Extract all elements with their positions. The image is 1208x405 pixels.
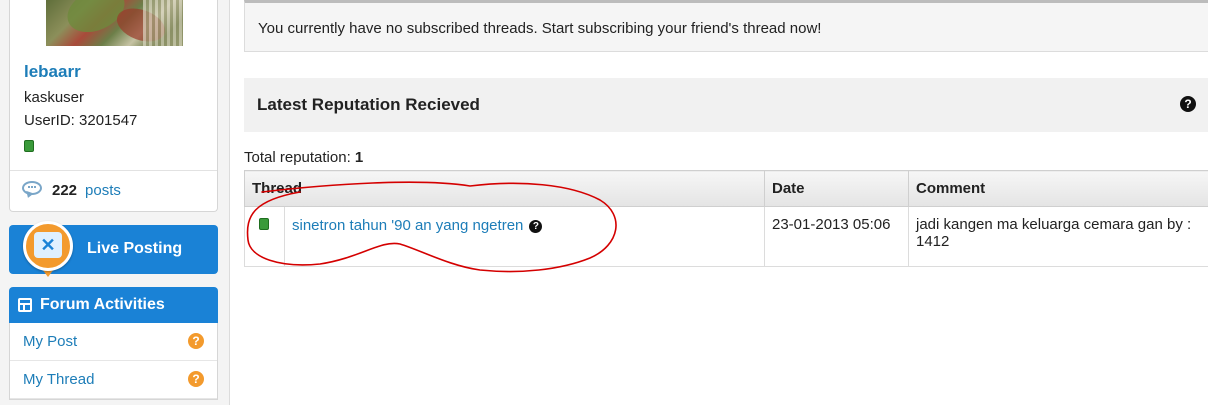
help-icon[interactable]: ? — [529, 220, 543, 233]
reputation-status-icon — [259, 218, 269, 230]
username-link[interactable]: lebaarr — [24, 62, 81, 82]
notice-text: You currently have no subscribed threads… — [258, 20, 822, 37]
divider — [10, 170, 217, 171]
list-icon — [18, 298, 32, 312]
thread-link[interactable]: sinetron tahun '90 an yang ngetren — [292, 217, 523, 234]
forum-activities-list: My Post ? My Thread ? — [9, 323, 218, 400]
comment-cell: jadi kangen ma keluarga cemara gan by : … — [908, 206, 1208, 267]
live-posting-button[interactable]: ✕ Live Posting — [9, 221, 218, 277]
posts-count: 222 — [52, 181, 78, 199]
posts-link[interactable]: posts — [85, 182, 121, 199]
subscribed-threads-notice: You currently have no subscribed threads… — [244, 0, 1208, 52]
total-reputation: Total reputation: 1 — [244, 149, 363, 166]
column-header-comment: Comment — [908, 170, 1208, 207]
user-group: kaskuser — [24, 89, 85, 106]
help-icon[interactable]: ? — [188, 371, 204, 387]
forum-activities-header: Forum Activities — [9, 287, 218, 323]
total-reputation-label: Total reputation: — [244, 149, 355, 166]
thread-link-wrapper: sinetron tahun '90 an yang ngetren? — [292, 217, 543, 234]
sidebar-item-my-post[interactable]: My Post ? — [10, 323, 217, 361]
left-sidebar: lebaarr kaskuser UserID: 3201547 222 pos… — [0, 0, 230, 405]
forum-activities-title: Forum Activities — [40, 296, 165, 313]
total-reputation-value: 1 — [354, 149, 364, 166]
thread-status-cell — [245, 207, 285, 266]
thread-cell: sinetron tahun '90 an yang ngetren? — [244, 206, 765, 267]
live-posting-icon: ✕ — [21, 221, 75, 279]
profile-card: lebaarr kaskuser UserID: 3201547 222 pos… — [9, 0, 218, 212]
posts-row[interactable]: 222 posts — [22, 181, 121, 200]
column-header-thread: Thread — [244, 170, 765, 207]
reputation-header: Latest Reputation Recieved ? — [244, 78, 1208, 132]
live-posting-label: Live Posting — [87, 240, 183, 257]
speech-bubble-icon — [22, 181, 44, 200]
help-icon[interactable]: ? — [1180, 96, 1196, 112]
table-header-row: Thread Date Comment — [244, 170, 1208, 207]
column-header-date: Date — [764, 170, 909, 207]
help-icon[interactable]: ? — [188, 333, 204, 349]
reputation-table: Thread Date Comment sinetron tahun '90 a… — [244, 170, 1208, 267]
date-cell: 23-01-2013 05:06 — [764, 206, 909, 267]
sidebar-item-label[interactable]: My Post — [23, 333, 77, 350]
sidebar-item-label[interactable]: My Thread — [23, 371, 94, 388]
online-status-icon — [24, 140, 34, 152]
user-id: UserID: 3201547 — [24, 112, 138, 129]
avatar[interactable] — [46, 0, 183, 46]
reputation-title: Latest Reputation Recieved — [257, 95, 480, 114]
sidebar-item-my-thread[interactable]: My Thread ? — [10, 361, 217, 399]
table-row: sinetron tahun '90 an yang ngetren? 23-0… — [244, 206, 1208, 267]
